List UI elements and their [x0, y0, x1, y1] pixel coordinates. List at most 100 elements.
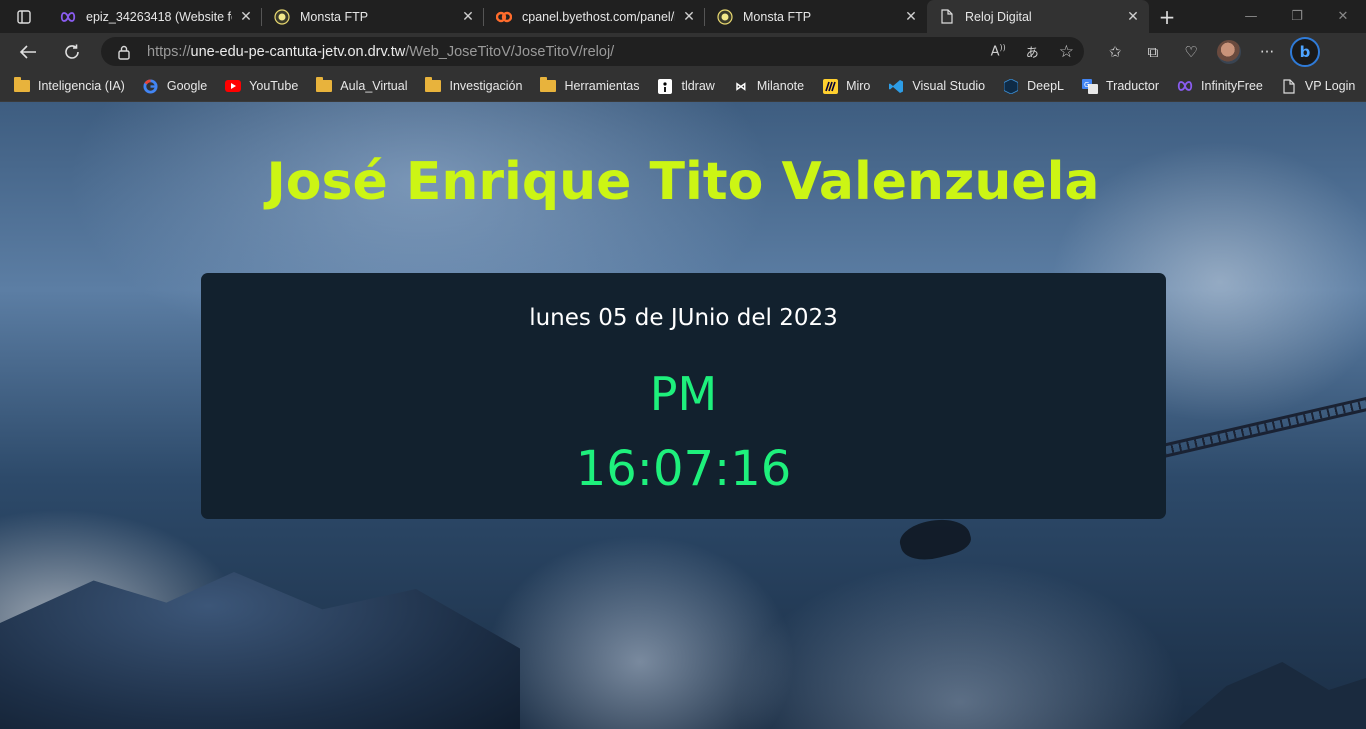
bing-icon: b: [1290, 37, 1320, 67]
tldraw-icon: [657, 78, 673, 94]
svg-text:G: G: [1084, 81, 1089, 89]
google-icon: [143, 78, 159, 94]
translate-icon[interactable]: あ: [1026, 42, 1039, 61]
arrow-left-icon: [19, 45, 36, 59]
bookmark-traductor[interactable]: G Traductor: [1081, 78, 1160, 94]
tab-cpanel[interactable]: cpanel.byethost.com/panel/in ✕: [484, 0, 705, 33]
tab-title: Monsta FTP: [300, 9, 369, 24]
refresh-button[interactable]: [52, 33, 92, 71]
clock-time: 16:07:16: [575, 441, 792, 497]
profile-avatar: [1217, 40, 1241, 64]
clock-date: lunes 05 de JUnio del 2023: [529, 305, 838, 331]
bookmarks-bar: Inteligencia (IA) Google YouTube Aula_Vi…: [0, 71, 1366, 102]
url-text: https://une-edu-pe-cantuta-jetv.on.drv.t…: [147, 44, 614, 60]
close-tab-icon[interactable]: ✕: [903, 9, 919, 25]
back-button[interactable]: [8, 33, 48, 71]
address-bar[interactable]: https://une-edu-pe-cantuta-jetv.on.drv.t…: [101, 37, 1084, 66]
minimize-button[interactable]: —: [1228, 0, 1274, 33]
url-path: /Web_JoseTitoV/JoseTitoV/reloj/: [405, 43, 615, 60]
tab-reloj-digital[interactable]: Reloj Digital ✕: [927, 0, 1149, 33]
clock-card: lunes 05 de JUnio del 2023 PM 16:07:16: [201, 273, 1166, 519]
lock-icon[interactable]: [117, 44, 133, 60]
restore-button[interactable]: ❐: [1274, 0, 1320, 33]
youtube-icon: [225, 78, 242, 94]
bookmark-milanote[interactable]: ⋈ Milanote: [733, 78, 804, 94]
bookmark-google[interactable]: Google: [143, 78, 207, 94]
bing-button[interactable]: b: [1286, 33, 1324, 71]
miro-icon: [822, 78, 838, 94]
health-icon[interactable]: ♡: [1172, 33, 1210, 71]
bookmark-investigacion[interactable]: Investigación: [425, 77, 523, 94]
tab-strip: epiz_34263418 (Website for jos ✕ Monsta …: [0, 0, 1366, 33]
bookmark-inteligencia[interactable]: Inteligencia (IA): [14, 77, 125, 94]
milanote-icon: ⋈: [735, 80, 747, 93]
tab-actions-button[interactable]: [0, 0, 48, 33]
more-icon[interactable]: ···: [1248, 33, 1286, 71]
page-content: José Enrique Tito Valenzuela lunes 05 de…: [0, 102, 1366, 729]
translator-icon: G: [1081, 78, 1098, 94]
bookmark-label: Milanote: [756, 79, 805, 93]
url-host: une-edu-pe-cantuta-jetv.on.drv.tw: [190, 43, 406, 60]
bookmark-herramientas[interactable]: Herramientas: [540, 77, 640, 94]
bookmark-infinityfree[interactable]: InfinityFree: [1177, 78, 1263, 94]
read-aloud-icon[interactable]: A)): [991, 43, 1006, 59]
tab-title: Monsta FTP: [743, 9, 812, 24]
bookmark-aula-virtual[interactable]: Aula_Virtual: [316, 77, 408, 94]
bookmark-label: VP Login: [1304, 79, 1356, 93]
tab-monsta-1[interactable]: Monsta FTP ✕: [262, 0, 484, 33]
bookmark-visual-studio[interactable]: Visual Studio: [888, 78, 985, 94]
tab-actions-icon: [17, 9, 31, 24]
tab-monsta-2[interactable]: Monsta FTP ✕: [705, 0, 927, 33]
bookmark-youtube[interactable]: YouTube: [225, 78, 298, 94]
close-tab-icon[interactable]: ✕: [238, 9, 254, 25]
bookmark-label: DeepL: [1027, 79, 1064, 93]
close-tab-icon[interactable]: ✕: [1125, 9, 1141, 25]
bookmark-miro[interactable]: Miro: [822, 78, 870, 94]
close-tab-icon[interactable]: ✕: [681, 9, 697, 25]
page-icon: [939, 9, 955, 25]
bookmark-deepl[interactable]: DeepL: [1003, 78, 1064, 94]
close-window-button[interactable]: ✕: [1320, 0, 1366, 33]
collections-icon[interactable]: ⧉: [1134, 33, 1172, 71]
tab-title: cpanel.byethost.com/panel/in: [522, 9, 675, 24]
favorite-star-icon[interactable]: ☆: [1059, 42, 1074, 62]
cpanel-icon: [496, 9, 512, 25]
folder-icon: [316, 77, 333, 94]
deepl-icon: [1003, 78, 1019, 94]
folder-icon: [14, 77, 30, 94]
clock-ampm: PM: [649, 367, 718, 421]
tab-epiz[interactable]: epiz_34263418 (Website for jos ✕: [48, 0, 262, 33]
profile-button[interactable]: [1210, 33, 1248, 71]
bookmark-label: Visual Studio: [912, 79, 986, 93]
page-heading: José Enrique Tito Valenzuela: [266, 152, 1100, 212]
bookmark-label: Investigación: [449, 79, 523, 93]
bookmark-label: Herramientas: [564, 79, 640, 93]
window-controls: — ❐ ✕: [1228, 0, 1366, 33]
bookmark-label: Google: [166, 79, 208, 93]
favorites-icon[interactable]: ✩: [1096, 33, 1134, 71]
page-icon: [1281, 78, 1297, 94]
monsta-icon: [274, 8, 290, 25]
bookmark-label: Inteligencia (IA): [38, 79, 125, 93]
infinity-icon: [1177, 78, 1193, 94]
browser-toolbar: https://une-edu-pe-cantuta-jetv.on.drv.t…: [0, 33, 1366, 71]
refresh-icon: [65, 44, 79, 59]
close-tab-icon[interactable]: ✕: [460, 9, 476, 25]
bookmark-label: YouTube: [249, 79, 299, 93]
tab-title: Reloj Digital: [965, 9, 1032, 24]
bookmark-label: InfinityFree: [1201, 79, 1263, 93]
bookmark-label: tldraw: [681, 79, 715, 93]
bookmark-tldraw[interactable]: tldraw: [657, 78, 715, 94]
tab-title: epiz_34263418 (Website for jos: [86, 9, 232, 24]
url-protocol: https://: [147, 43, 191, 60]
new-tab-button[interactable]: +: [1149, 0, 1185, 33]
infinity-icon: [60, 9, 76, 25]
folder-icon: [540, 77, 557, 94]
bookmark-label: Traductor: [1105, 79, 1160, 93]
monsta-icon: [717, 8, 733, 25]
bookmark-label: Aula_Virtual: [340, 79, 408, 93]
bookmark-vp-login[interactable]: VP Login: [1281, 78, 1356, 94]
folder-icon: [425, 77, 442, 94]
vscode-icon: [888, 78, 904, 94]
bookmark-label: Miro: [846, 79, 871, 93]
